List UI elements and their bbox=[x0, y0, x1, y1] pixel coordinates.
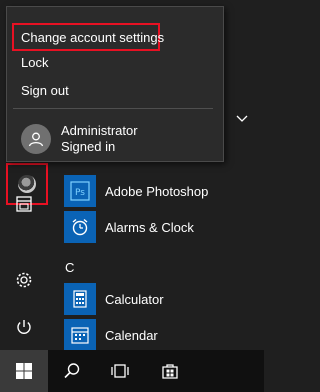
user-status: Signed in bbox=[61, 139, 116, 154]
chevron-down-icon[interactable] bbox=[235, 112, 249, 126]
group-header-c[interactable]: C bbox=[65, 260, 74, 275]
store-icon bbox=[162, 364, 178, 379]
search-icon bbox=[64, 363, 80, 379]
lock-item[interactable]: Lock bbox=[21, 55, 48, 70]
account-flyout: Change account settings Lock Sign out Ad… bbox=[6, 6, 224, 162]
sign-out-item[interactable]: Sign out bbox=[21, 83, 69, 98]
app-label-adobe-photoshop: Adobe Photoshop bbox=[105, 183, 209, 199]
settings-button[interactable] bbox=[0, 257, 48, 303]
app-adobe-photoshop[interactable]: Ps Adobe Photoshop bbox=[64, 173, 264, 209]
task-view-button[interactable] bbox=[96, 350, 144, 392]
search-button[interactable] bbox=[48, 350, 96, 392]
start-button[interactable] bbox=[0, 350, 48, 392]
app-calendar[interactable]: Calendar bbox=[64, 317, 264, 353]
current-user-row[interactable]: Administrator Signed in bbox=[21, 123, 138, 155]
default-user-icon bbox=[21, 124, 51, 154]
alarm-clock-icon bbox=[64, 211, 96, 243]
power-icon bbox=[17, 320, 31, 334]
store-button[interactable] bbox=[146, 350, 194, 392]
documents-icon bbox=[16, 196, 32, 212]
task-view-icon bbox=[111, 364, 129, 378]
flyout-divider bbox=[13, 108, 213, 109]
photoshop-icon: Ps bbox=[64, 175, 96, 207]
app-alarms-clock[interactable]: Alarms & Clock bbox=[64, 209, 264, 245]
user-name: Administrator bbox=[61, 123, 138, 138]
user-info: Administrator Signed in bbox=[61, 123, 138, 155]
power-button[interactable] bbox=[0, 304, 48, 350]
app-calculator[interactable]: Calculator bbox=[64, 281, 264, 317]
calendar-icon bbox=[64, 319, 96, 351]
change-account-settings-item[interactable]: Change account settings bbox=[12, 23, 164, 51]
app-label-alarms-clock: Alarms & Clock bbox=[105, 219, 194, 235]
start-menu: A Ps Adobe Photoshop Alarms & C bbox=[0, 0, 264, 392]
taskbar bbox=[0, 350, 264, 392]
calculator-icon bbox=[64, 283, 96, 315]
windows-start-icon bbox=[16, 363, 32, 379]
settings-icon bbox=[16, 272, 32, 288]
documents-button[interactable] bbox=[0, 181, 48, 227]
app-label-calendar: Calendar bbox=[105, 327, 158, 343]
svg-text:Ps: Ps bbox=[75, 188, 85, 198]
app-label-calculator: Calculator bbox=[105, 291, 164, 307]
